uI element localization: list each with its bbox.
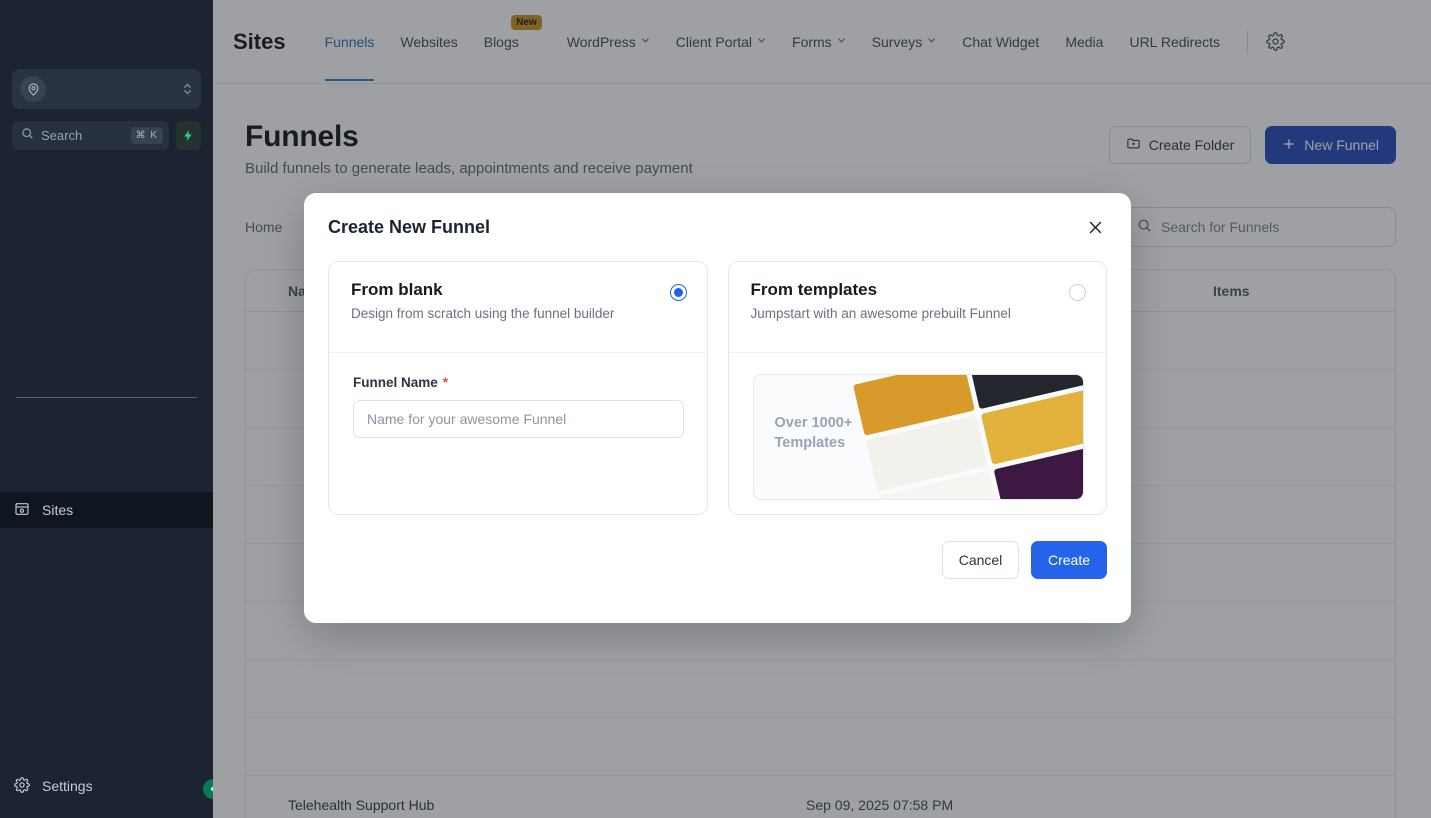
modal-footer: Cancel Create bbox=[304, 515, 1131, 579]
templates-preview-caption: Over 1000+ Templates bbox=[775, 414, 853, 453]
location-switcher[interactable] bbox=[12, 69, 201, 109]
location-pin-icon bbox=[20, 76, 46, 102]
templates-caption-line2: Templates bbox=[774, 434, 846, 451]
modal-title: Create New Funnel bbox=[328, 216, 491, 237]
sidebar-item-settings[interactable]: Settings bbox=[0, 768, 213, 804]
option-description: Design from scratch using the funnel bui… bbox=[351, 306, 615, 321]
sidebar: Search ⌘ K Sites Settings bbox=[0, 0, 223, 818]
sidebar-settings-label: Settings bbox=[42, 778, 93, 794]
required-asterisk: * bbox=[442, 375, 449, 390]
search-placeholder: Search bbox=[41, 128, 83, 143]
templates-preview-image: Over 1000+ Templates bbox=[752, 374, 1084, 500]
sidebar-item-sites[interactable]: Sites bbox=[0, 492, 213, 528]
create-button[interactable]: Create bbox=[1031, 541, 1107, 579]
search-icon bbox=[21, 127, 34, 145]
chevron-up-down-icon bbox=[182, 80, 193, 99]
templates-collage-art bbox=[852, 375, 1083, 499]
create-new-funnel-modal: Create New Funnel From blank Design from… bbox=[304, 193, 1131, 623]
search-shortcut-badge: ⌘ K bbox=[130, 127, 163, 144]
option-title: From blank bbox=[351, 280, 443, 299]
sites-icon bbox=[14, 501, 30, 520]
funnel-name-placeholder: Name for your awesome Funnel bbox=[367, 411, 567, 427]
modal-body: From blank Design from scratch using the… bbox=[304, 239, 1131, 515]
search-input[interactable]: Search ⌘ K bbox=[12, 121, 169, 150]
option-title: From templates bbox=[750, 280, 878, 299]
sidebar-search-row: Search ⌘ K bbox=[12, 121, 201, 150]
funnel-name-label: Funnel Name * bbox=[353, 375, 685, 390]
option-card-from-blank[interactable]: From blank Design from scratch using the… bbox=[328, 261, 708, 515]
sidebar-item-label: Sites bbox=[42, 502, 74, 518]
funnel-name-field-group: Funnel Name * Name for your awesome Funne… bbox=[329, 353, 707, 438]
sidebar-nav: Sites bbox=[0, 492, 213, 528]
templates-caption-line1: Over 1000+ bbox=[774, 415, 853, 431]
app-root: Search ⌘ K Sites Settings Sites Funnels … bbox=[0, 0, 1431, 818]
lightning-icon[interactable] bbox=[176, 121, 201, 150]
cancel-button[interactable]: Cancel bbox=[942, 541, 1019, 579]
radio-from-blank[interactable] bbox=[669, 284, 687, 301]
modal-header: Create New Funnel bbox=[304, 193, 1131, 239]
close-icon[interactable] bbox=[1083, 215, 1107, 239]
funnel-name-label-text: Funnel Name bbox=[353, 375, 438, 390]
radio-from-templates[interactable] bbox=[1069, 284, 1086, 301]
option-card-from-templates[interactable]: From templates Jumpstart with an awesome… bbox=[727, 261, 1107, 515]
funnel-name-input[interactable]: Name for your awesome Funnel bbox=[353, 400, 684, 438]
gear-icon bbox=[14, 776, 30, 796]
sidebar-bottom: Settings bbox=[0, 768, 223, 818]
option-description: Jumpstart with an awesome prebuilt Funne… bbox=[750, 306, 1011, 321]
option-header-from-templates: From templates Jumpstart with an awesome… bbox=[728, 262, 1106, 353]
option-header-from-blank: From blank Design from scratch using the… bbox=[329, 262, 707, 353]
